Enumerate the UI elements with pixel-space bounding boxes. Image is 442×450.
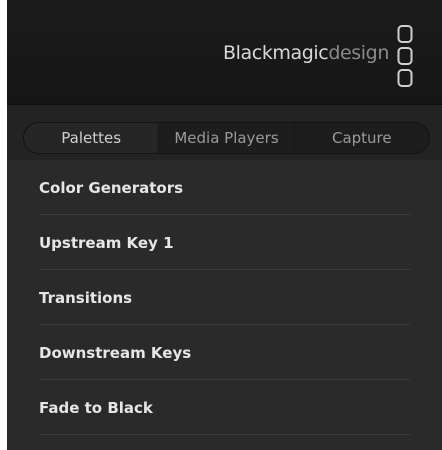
brand-name-strong: Blackmagic: [223, 42, 329, 64]
palette-item-label: Upstream Key 1: [39, 233, 174, 252]
palette-item-color-generators[interactable]: Color Generators: [7, 160, 442, 215]
header-bar: Blackmagicdesign: [7, 0, 442, 105]
tab-palettes-label: Palettes: [61, 129, 122, 147]
brand-name-light: design: [328, 42, 389, 64]
tab-media-players-label: Media Players: [174, 129, 279, 147]
palette-item-label: Downstream Keys: [39, 343, 192, 362]
palettes-panel: Blackmagicdesign Palettes Media Players …: [7, 0, 442, 450]
tab-bar: Palettes Media Players Capture: [7, 105, 442, 160]
tab-media-players[interactable]: Media Players: [159, 123, 295, 153]
palette-item-label: Color Generators: [39, 178, 184, 197]
blackmagic-logo-icon: [397, 25, 413, 87]
palette-list: Color Generators Upstream Key 1 Transiti…: [7, 160, 442, 435]
tab-capture[interactable]: Capture: [295, 123, 429, 153]
palette-item-transitions[interactable]: Transitions: [7, 270, 442, 325]
palette-item-label: Fade to Black: [39, 398, 153, 417]
tab-group: Palettes Media Players Capture: [23, 122, 430, 154]
brand-logo-text: Blackmagicdesign: [223, 42, 389, 64]
palette-item-downstream-keys[interactable]: Downstream Keys: [7, 325, 442, 380]
tab-palettes[interactable]: Palettes: [24, 123, 160, 153]
palette-item-label: Transitions: [39, 288, 133, 307]
palette-item-upstream-key-1[interactable]: Upstream Key 1: [7, 215, 442, 270]
tab-capture-label: Capture: [331, 129, 392, 147]
palette-item-fade-to-black[interactable]: Fade to Black: [7, 380, 442, 435]
